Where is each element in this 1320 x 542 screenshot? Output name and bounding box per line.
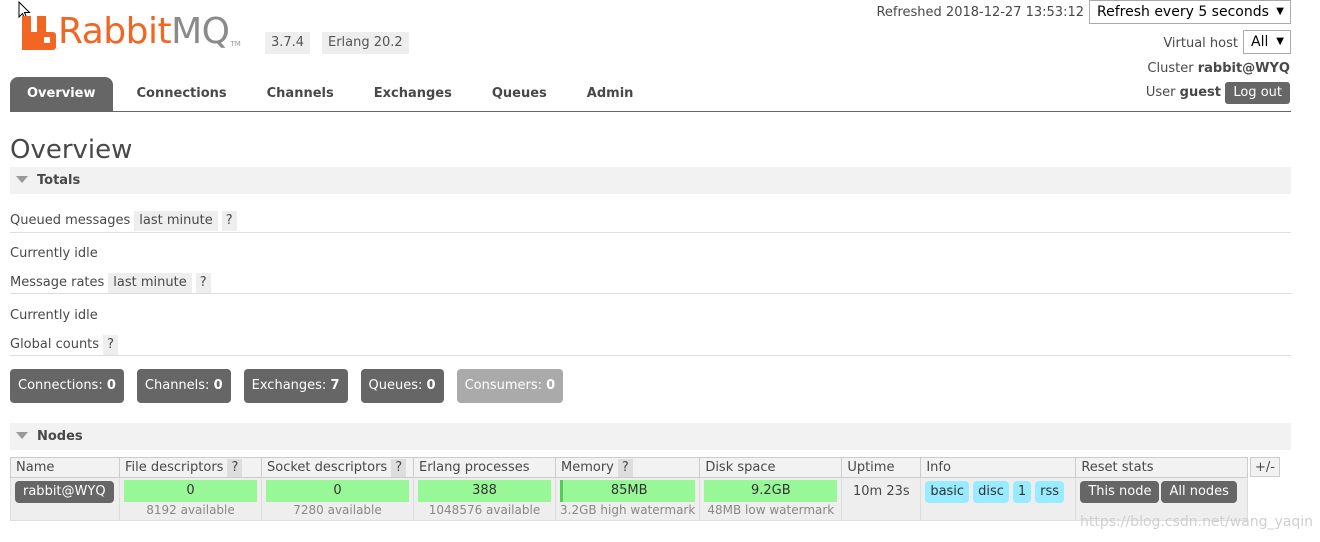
collapse-triangle-icon bbox=[16, 432, 28, 439]
reset-this-node-button[interactable]: This node bbox=[1080, 481, 1160, 503]
divider bbox=[10, 293, 1291, 294]
reset-all-nodes-button[interactable]: All nodes bbox=[1161, 481, 1237, 503]
rates-idle-text: Currently idle bbox=[10, 308, 98, 323]
memory-high-watermark: 3.2GB high watermark bbox=[560, 503, 696, 517]
help-icon[interactable]: ? bbox=[227, 458, 243, 477]
refreshed-timestamp: Refreshed 2018-12-27 13:53:12 bbox=[876, 5, 1084, 20]
help-icon[interactable]: ? bbox=[617, 458, 633, 477]
column-header-file-descriptors: File descriptors? bbox=[119, 457, 262, 478]
divider bbox=[10, 355, 1291, 356]
column-header-uptime: Uptime bbox=[841, 457, 922, 478]
socket-descriptors-available: 7280 available bbox=[293, 503, 382, 517]
column-header-name: Name bbox=[10, 457, 120, 478]
watermark-text: https://blog.csdn.net/wang_yaqin bbox=[1080, 514, 1314, 530]
table-row: rabbit@WYQ 0 8192 available 0 7280 availab… bbox=[10, 477, 1249, 521]
collapse-triangle-icon bbox=[16, 176, 28, 183]
tab-admin[interactable]: Admin bbox=[567, 77, 654, 111]
global-counts-row: Global counts? bbox=[10, 335, 118, 355]
column-header-info: Info bbox=[920, 457, 1077, 478]
channels-count[interactable]: Channels: 0 bbox=[136, 369, 231, 403]
info-pill-count: 1 bbox=[1012, 481, 1032, 503]
logo-text-mq: MQ bbox=[171, 11, 230, 52]
virtual-host-label: Virtual host bbox=[1163, 36, 1238, 51]
cluster-info: Cluster rabbit@WYQ bbox=[1147, 61, 1290, 76]
disk-space-bar: 9.2GB bbox=[704, 480, 838, 502]
memory-bar: 85MB bbox=[560, 480, 696, 502]
help-icon[interactable]: ? bbox=[221, 211, 237, 231]
totals-section-header[interactable]: Totals bbox=[10, 167, 1291, 194]
version-badge: 3.7.4 bbox=[265, 32, 311, 54]
column-header-memory: Memory? bbox=[554, 457, 701, 478]
info-pill-disc: disc bbox=[973, 481, 1009, 503]
dropdown-arrow-icon: ▼ bbox=[1276, 36, 1284, 47]
tab-connections[interactable]: Connections bbox=[117, 77, 247, 111]
virtual-host-select[interactable]: All ▼ bbox=[1243, 30, 1291, 54]
exchanges-count[interactable]: Exchanges: 7 bbox=[243, 369, 348, 403]
main-nav-tabs: Overview Connections Channels Exchanges … bbox=[10, 77, 1291, 112]
nodes-section-header[interactable]: Nodes bbox=[10, 423, 1291, 450]
nodes-table: Name File descriptors? Socket descriptor… bbox=[10, 457, 1249, 521]
refresh-interval-select[interactable]: Refresh every 5 seconds ▼ bbox=[1089, 0, 1291, 24]
rabbitmq-logo: RabbitMQ TM bbox=[22, 10, 241, 50]
column-header-reset-stats: Reset stats bbox=[1075, 457, 1249, 478]
erlang-version-badge: Erlang 20.2 bbox=[322, 32, 409, 54]
info-pill-basic: basic bbox=[925, 481, 970, 503]
page-title: Overview bbox=[10, 135, 133, 165]
queued-idle-text: Currently idle bbox=[10, 246, 98, 261]
tab-exchanges[interactable]: Exchanges bbox=[354, 77, 472, 111]
node-name-link[interactable]: rabbit@WYQ bbox=[15, 481, 114, 503]
column-header-erlang-processes: Erlang processes bbox=[413, 457, 556, 478]
file-descriptors-bar: 0 bbox=[124, 480, 257, 502]
column-header-disk-space: Disk space bbox=[699, 457, 843, 478]
queued-messages-range[interactable]: last minute bbox=[134, 211, 218, 231]
logo-trademark: TM bbox=[230, 40, 241, 48]
queues-count[interactable]: Queues: 0 bbox=[360, 369, 444, 403]
queued-messages-row: Queued messages last minute? bbox=[10, 211, 237, 231]
logo-text-rabbit: Rabbit bbox=[58, 11, 172, 52]
dropdown-arrow-icon: ▼ bbox=[1276, 6, 1284, 17]
column-header-socket-descriptors: Socket descriptors? bbox=[261, 457, 414, 478]
tab-overview[interactable]: Overview bbox=[10, 77, 113, 111]
erlang-processes-bar: 388 bbox=[418, 480, 551, 502]
socket-descriptors-bar: 0 bbox=[266, 480, 409, 502]
consumers-count[interactable]: Consumers: 0 bbox=[456, 369, 564, 403]
divider bbox=[10, 232, 1291, 233]
connections-count[interactable]: Connections: 0 bbox=[10, 369, 124, 403]
message-rates-row: Message rates last minute? bbox=[10, 273, 211, 293]
help-icon[interactable]: ? bbox=[195, 273, 211, 293]
help-icon[interactable]: ? bbox=[391, 458, 407, 477]
help-icon[interactable]: ? bbox=[103, 335, 118, 355]
cluster-name: rabbit@WYQ bbox=[1197, 61, 1290, 76]
message-rates-range[interactable]: last minute bbox=[108, 273, 192, 293]
global-counts: Connections: 0 Channels: 0 Exchanges: 7 … bbox=[10, 369, 564, 403]
tab-queues[interactable]: Queues bbox=[472, 77, 567, 111]
rabbitmq-logo-icon bbox=[22, 16, 56, 50]
tab-channels[interactable]: Channels bbox=[247, 77, 354, 111]
erlang-processes-available: 1048576 available bbox=[428, 503, 541, 517]
uptime-value: 10m 23s bbox=[852, 484, 910, 499]
disk-low-watermark: 48MB low watermark bbox=[707, 503, 835, 517]
file-descriptors-available: 8192 available bbox=[146, 503, 235, 517]
column-toggle-button[interactable]: +/- bbox=[1250, 457, 1280, 477]
info-pill-rss: rss bbox=[1035, 481, 1065, 503]
